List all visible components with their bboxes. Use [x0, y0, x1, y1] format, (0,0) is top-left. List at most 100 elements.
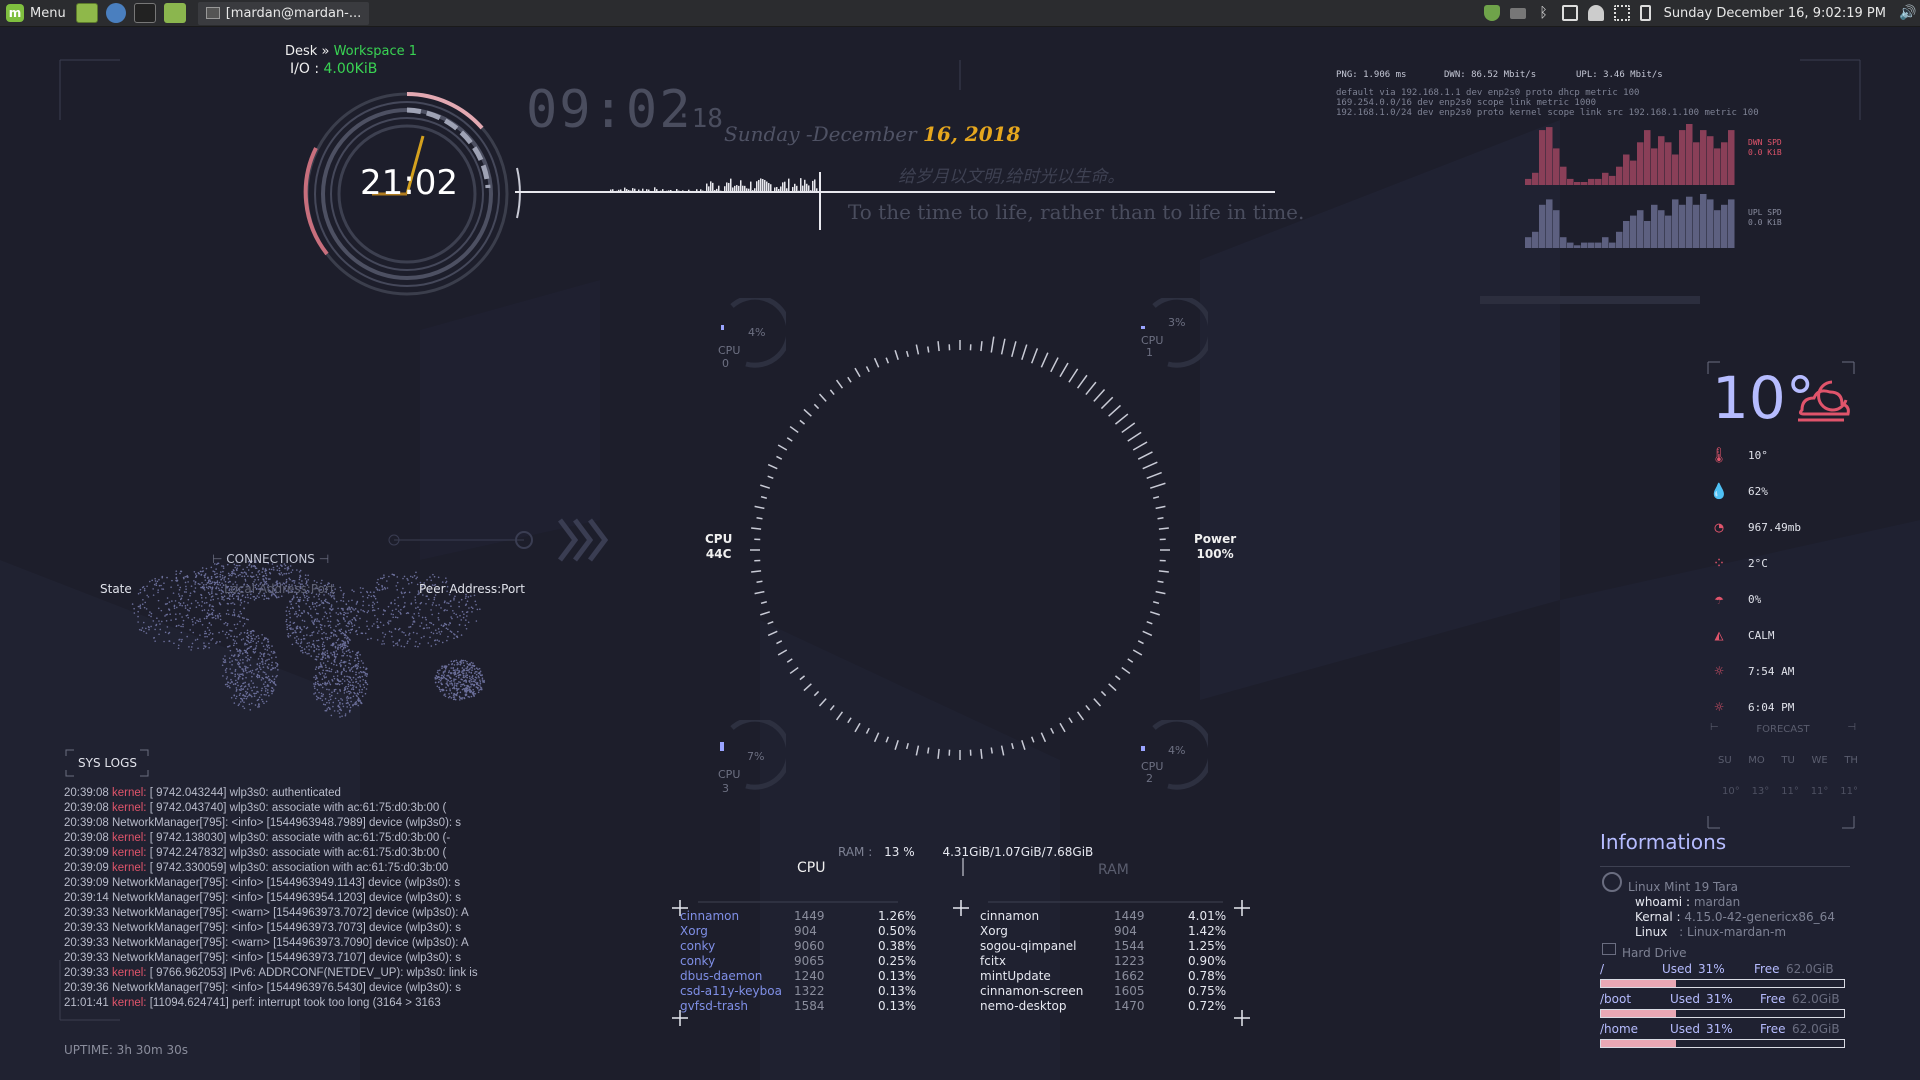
- syslog-line: 21:01:41 kernel: [11094.624741] perf: in…: [64, 996, 478, 1011]
- sunset-icon: ☼: [1714, 698, 1724, 716]
- syslog-line: 20:39:08 NetworkManager[795]: <info> [15…: [64, 816, 478, 831]
- syslog-time: 20:39:33: [64, 967, 109, 979]
- syslog-time: 20:39:09: [64, 877, 109, 889]
- panel-clock[interactable]: Sunday December 16, 9:02:19 PM: [1664, 6, 1886, 21]
- shield-icon[interactable]: [1483, 5, 1500, 21]
- syslog-message: <warn> [1544963973.7072] device (wlp3s0)…: [231, 907, 469, 919]
- graph-bar: [1623, 154, 1630, 185]
- forecast-days: SU MO TU WE TH: [1718, 755, 1858, 766]
- upload-speed: UPL SPD 0.0 KiB: [1748, 208, 1782, 228]
- syslog-source: kernel:: [111, 802, 147, 814]
- syslog-time: 20:39:08: [64, 787, 109, 799]
- terminal-window-icon: [205, 7, 220, 19]
- user-icon[interactable]: [1587, 5, 1604, 21]
- world-map: [131, 559, 485, 718]
- syslog-line: 20:39:14 NetworkManager[795]: <info> [15…: [64, 891, 478, 906]
- forecast-day: WE: [1811, 755, 1828, 766]
- syslog-message: [ 9766.962053] IPv6: ADDRCONF(NETDEV_UP)…: [149, 967, 478, 979]
- graph-bar: [1728, 199, 1735, 248]
- syslog-time: 20:39:08: [64, 817, 109, 829]
- keyboard-icon[interactable]: [1509, 7, 1526, 19]
- forecast-day: TH: [1844, 755, 1858, 766]
- forecast-bracket-left: ⊢: [1710, 722, 1719, 733]
- syslog-time: 20:39:36: [64, 982, 109, 994]
- graph-bar: [1693, 204, 1700, 248]
- power-label: Power: [1194, 532, 1237, 546]
- weather-value: 2°C: [1748, 556, 1768, 570]
- syslog-message: <info> [1544963973.7107] device (wlp3s0)…: [231, 952, 462, 964]
- net-route-line: 169.254.0.0/16 dev enp2s0 scope link met…: [1336, 98, 1597, 108]
- process-pid: 1605: [1114, 984, 1145, 998]
- process-row: conky 9065 0.25%: [680, 954, 940, 969]
- syslog-message: <info> [1544963973.7073] device (wlp3s0)…: [231, 922, 462, 934]
- connections-bracket-right: ⊣: [318, 552, 330, 566]
- graph-bar: [1686, 124, 1693, 185]
- audio-visualizer: [515, 172, 1275, 230]
- graph-bar: [1581, 182, 1588, 185]
- graph-bar: [1630, 215, 1637, 248]
- graph-bar: [1581, 242, 1588, 248]
- graph-bar: [1609, 242, 1616, 248]
- process-pid: 1223: [1114, 954, 1145, 968]
- graph-bar: [1651, 148, 1658, 185]
- bluetooth-icon[interactable]: ᛒ: [1536, 5, 1552, 21]
- thermometer-icon: 🌡: [1709, 446, 1729, 464]
- net-ping: PNG: 1.906 ms: [1336, 70, 1407, 80]
- graph-bar: [1553, 148, 1560, 185]
- graph-bar: [1560, 166, 1567, 185]
- taskbar-window-terminal[interactable]: [mardan@mardan-...: [197, 1, 370, 25]
- info-kernel-value: 4.15.0-42-genericx86_64: [1684, 910, 1835, 924]
- ram-summary-values: 4.31GiB/1.07GiB/7.68GiB: [942, 845, 1094, 859]
- syslog-source: NetworkManager[795]:: [111, 952, 229, 964]
- umbrella-icon: ☂: [1714, 590, 1724, 608]
- graph-bar: [1651, 204, 1658, 248]
- upl-spd-label: UPL SPD: [1748, 208, 1782, 217]
- cpu1-pct: 3%: [1168, 316, 1186, 329]
- volume-icon[interactable]: 🔊: [1899, 5, 1916, 21]
- info-whoami: whoami : mardan: [1635, 895, 1740, 909]
- syslog-line: 20:39:36 NetworkManager[795]: <info> [15…: [64, 981, 478, 996]
- menu-button[interactable]: m Menu: [0, 0, 72, 27]
- show-desktop-icon[interactable]: [75, 3, 98, 23]
- syslog-time: 20:39:33: [64, 952, 109, 964]
- conn-col-local: Local Address:Port: [224, 582, 335, 596]
- syslog-message: <info> [1544963976.5430] device (wlp3s0)…: [231, 982, 462, 994]
- workspace-name: Workspace 1: [333, 44, 418, 59]
- network-icon[interactable]: [1613, 5, 1630, 21]
- io-indicator: I/O : 4.00KiB: [290, 61, 377, 77]
- syslog-message: [ 9742.043740] wlp3s0: associate with ac…: [149, 802, 447, 814]
- syslog-time: 20:39:09: [64, 862, 109, 874]
- date-day-year: 16, 2018: [923, 122, 1021, 146]
- files-icon[interactable]: [163, 3, 186, 23]
- clipboard-icon[interactable]: [1561, 5, 1578, 21]
- terminal-icon[interactable]: [133, 3, 156, 23]
- process-percent: 0.13%: [878, 999, 917, 1013]
- disk-used-label: Used: [1670, 1022, 1701, 1036]
- graph-bar: [1714, 210, 1721, 248]
- browser-icon[interactable]: [105, 3, 126, 23]
- forecast-temp: 11°: [1810, 786, 1829, 797]
- battery-icon[interactable]: [1639, 5, 1651, 21]
- syslog-message: [11094.624741] perf: interrupt took too …: [149, 997, 441, 1009]
- center-tick-ring: [750, 336, 1170, 760]
- process-percent: 0.25%: [878, 954, 917, 968]
- weather-row: 💧 62%: [1708, 480, 1858, 502]
- disk-used-label: Used: [1662, 962, 1693, 976]
- graph-bar: [1588, 242, 1595, 248]
- weather-row: ☼ 7:54 AM: [1708, 660, 1858, 682]
- process-row: nemo-desktop 1470 0.72%: [980, 999, 1240, 1014]
- graph-bar: [1546, 127, 1553, 185]
- process-row: dbus-daemon 1240 0.13%: [680, 969, 940, 984]
- system-tray: ᛒ Sunday December 16, 9:02:19 PM 🔊: [1479, 0, 1920, 27]
- weather-value: 62%: [1748, 484, 1768, 498]
- syslog-source: NetworkManager[795]:: [111, 877, 229, 889]
- syslog-source: NetworkManager[795]:: [111, 817, 229, 829]
- power-value: 100%: [1196, 547, 1234, 561]
- graph-bar: [1567, 178, 1574, 185]
- process-pid: 1470: [1114, 999, 1145, 1013]
- download-graph: [1525, 124, 1735, 185]
- cpu-temp-label: CPU: [705, 532, 733, 546]
- cpu-process-list: cinnamon 1449 1.26% Xorg 904 0.50% conky 9060 0.…: [680, 909, 940, 1014]
- graph-bar: [1637, 210, 1644, 248]
- forecast-temp: 10°: [1722, 786, 1740, 797]
